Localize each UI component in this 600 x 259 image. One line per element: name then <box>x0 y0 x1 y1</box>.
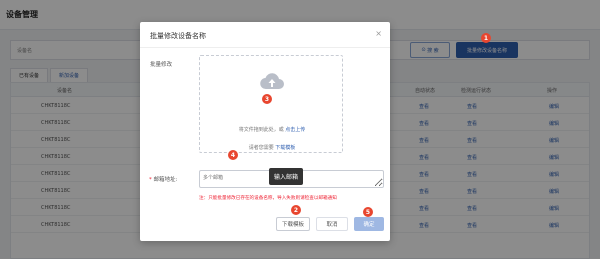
close-icon[interactable]: × <box>375 29 382 38</box>
upload-hint-prefix: 将文件拖到此处，或 <box>238 127 284 133</box>
template-hint: 请者您需要 下载模板 <box>200 144 344 151</box>
step-badge-1: 1 <box>481 33 491 43</box>
dialog-title: 批量修改设备名称 <box>150 32 206 40</box>
email-tooltip: 输入邮箱 <box>269 168 304 185</box>
import-note: 注：只能批量修改已存在的设备名称，导入失败则请检查以邮箱通知 <box>199 196 337 201</box>
file-upload-dropzone[interactable]: 将文件拖到此处，或 点击上传 请者您需要 下载模板 <box>199 55 343 153</box>
dialog-divider <box>140 47 390 48</box>
email-label: * 邮箱地址: <box>149 175 177 183</box>
confirm-button[interactable]: 确定 <box>354 217 384 231</box>
upload-hint: 将文件拖到此处，或 点击上传 <box>200 126 344 133</box>
step-badge-2: 2 <box>291 205 301 215</box>
batch-modify-label: 批量修改 <box>150 62 173 68</box>
template-hint-prefix: 请者您需要 <box>248 145 274 151</box>
click-upload-link[interactable]: 点击上传 <box>285 127 305 133</box>
cancel-button[interactable]: 取消 <box>316 217 348 231</box>
download-template-button[interactable]: 下载模板 <box>276 217 310 231</box>
batch-rename-dialog: 批量修改设备名称 × 批量修改 将文件拖到此处，或 点击上传 请者您需要 下载模… <box>140 22 390 241</box>
email-label-text: 邮箱地址: <box>153 177 178 183</box>
step-badge-3: 3 <box>262 94 272 104</box>
cloud-upload-icon <box>260 73 284 90</box>
step-badge-5: 5 <box>363 207 373 217</box>
download-template-link[interactable]: 下载模板 <box>275 145 295 151</box>
step-badge-4: 4 <box>228 150 238 160</box>
